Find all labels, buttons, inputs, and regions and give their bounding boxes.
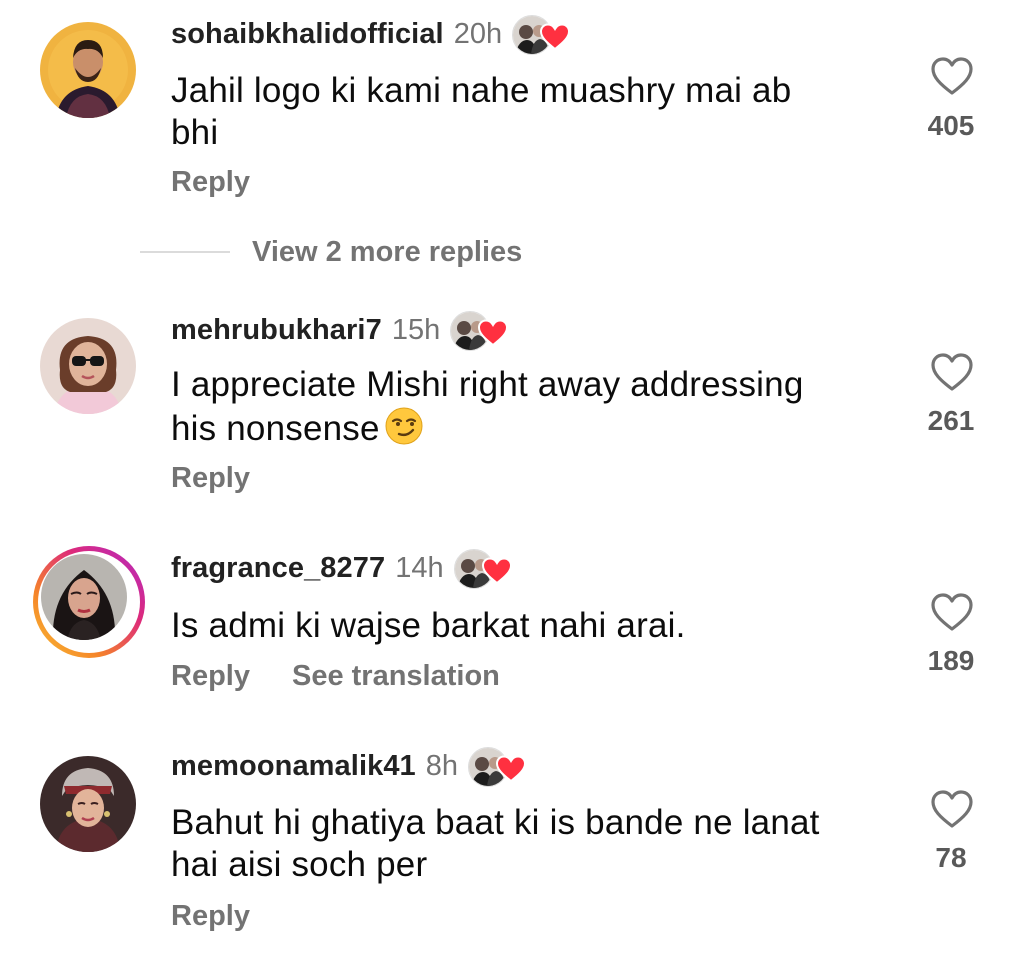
comment-text-line: Jahil logo ki kami nahe muashry mai ab	[171, 71, 792, 110]
comment-text-line: bhi	[171, 113, 219, 152]
comment-actions: Reply	[171, 162, 250, 202]
creator-liked-heart-icon	[496, 755, 527, 783]
like-count: 189	[927, 645, 975, 676]
like-count: 405	[927, 110, 975, 141]
timestamp: 14h	[395, 551, 444, 584]
heart-outline-icon[interactable]	[930, 56, 974, 96]
heart-outline-icon[interactable]	[930, 592, 974, 632]
comment-text-line: Bahut hi ghatiya baat ki is bande ne lan…	[171, 803, 820, 842]
comment-text-line-content: his nonsense	[171, 409, 380, 448]
comment-text-line: I appreciate Mishi right away addressing	[171, 365, 804, 404]
reply-button[interactable]: Reply	[171, 462, 250, 495]
username[interactable]: mehrubukhari7	[171, 314, 382, 347]
comment-header: sohaibkhalidofficial 20h	[171, 13, 572, 55]
creator-liked-badge	[512, 13, 572, 55]
smirking-face-emoji	[385, 407, 423, 445]
username[interactable]: fragrance_8277	[171, 552, 385, 585]
comment-text: Is admi ki wajse barkat nahi arai.	[171, 605, 871, 647]
comment-header: memoonamalik41 8h	[171, 745, 528, 787]
avatar-with-story-ring[interactable]	[33, 546, 145, 658]
creator-liked-badge	[468, 745, 528, 787]
see-translation-button[interactable]: See translation	[292, 660, 500, 693]
comment-header: fragrance_8277 14h	[171, 547, 514, 589]
avatar[interactable]	[40, 756, 136, 852]
comment-text: Bahut hi ghatiya baat ki is bande ne lan…	[171, 802, 871, 886]
reply-button[interactable]: Reply	[171, 900, 250, 933]
creator-liked-heart-icon	[478, 319, 509, 347]
avatar[interactable]	[40, 318, 136, 414]
creator-liked-badge	[453, 547, 514, 589]
avatar[interactable]	[40, 22, 136, 118]
timestamp: 8h	[425, 749, 459, 782]
comment-text: I appreciate Mishi right away addressing…	[171, 364, 871, 450]
comment-text-line: hai aisi soch per	[171, 845, 428, 884]
username[interactable]: sohaibkhalidofficial	[171, 18, 444, 51]
view-more-replies-label[interactable]: View 2 more replies	[252, 236, 522, 269]
comment-text: Jahil logo ki kami nahe muashry mai ab b…	[171, 70, 871, 154]
creator-liked-badge	[450, 309, 510, 351]
heart-outline-icon[interactable]	[930, 789, 974, 829]
avatar	[41, 554, 127, 640]
comment-text-line: his nonsense	[171, 406, 871, 450]
comment-header: mehrubukhari7 15h	[171, 309, 510, 351]
reply-button[interactable]: Reply	[171, 660, 250, 693]
comment-actions: Reply	[171, 896, 250, 936]
comment-text-line: Is admi ki wajse barkat nahi arai.	[171, 606, 686, 645]
timestamp: 15h	[391, 313, 441, 346]
creator-liked-heart-icon	[540, 23, 571, 51]
comment-actions: Reply See translation	[171, 656, 500, 696]
like-count: 78	[935, 842, 967, 873]
divider	[140, 251, 230, 253]
timestamp: 20h	[453, 17, 503, 50]
heart-outline-icon[interactable]	[930, 352, 974, 392]
like-count: 261	[927, 405, 975, 436]
comment-actions: Reply	[171, 458, 250, 498]
view-more-replies[interactable]: View 2 more replies	[140, 230, 522, 274]
username[interactable]: memoonamalik41	[171, 750, 416, 783]
creator-liked-heart-icon	[481, 557, 512, 585]
reply-button[interactable]: Reply	[171, 166, 250, 199]
